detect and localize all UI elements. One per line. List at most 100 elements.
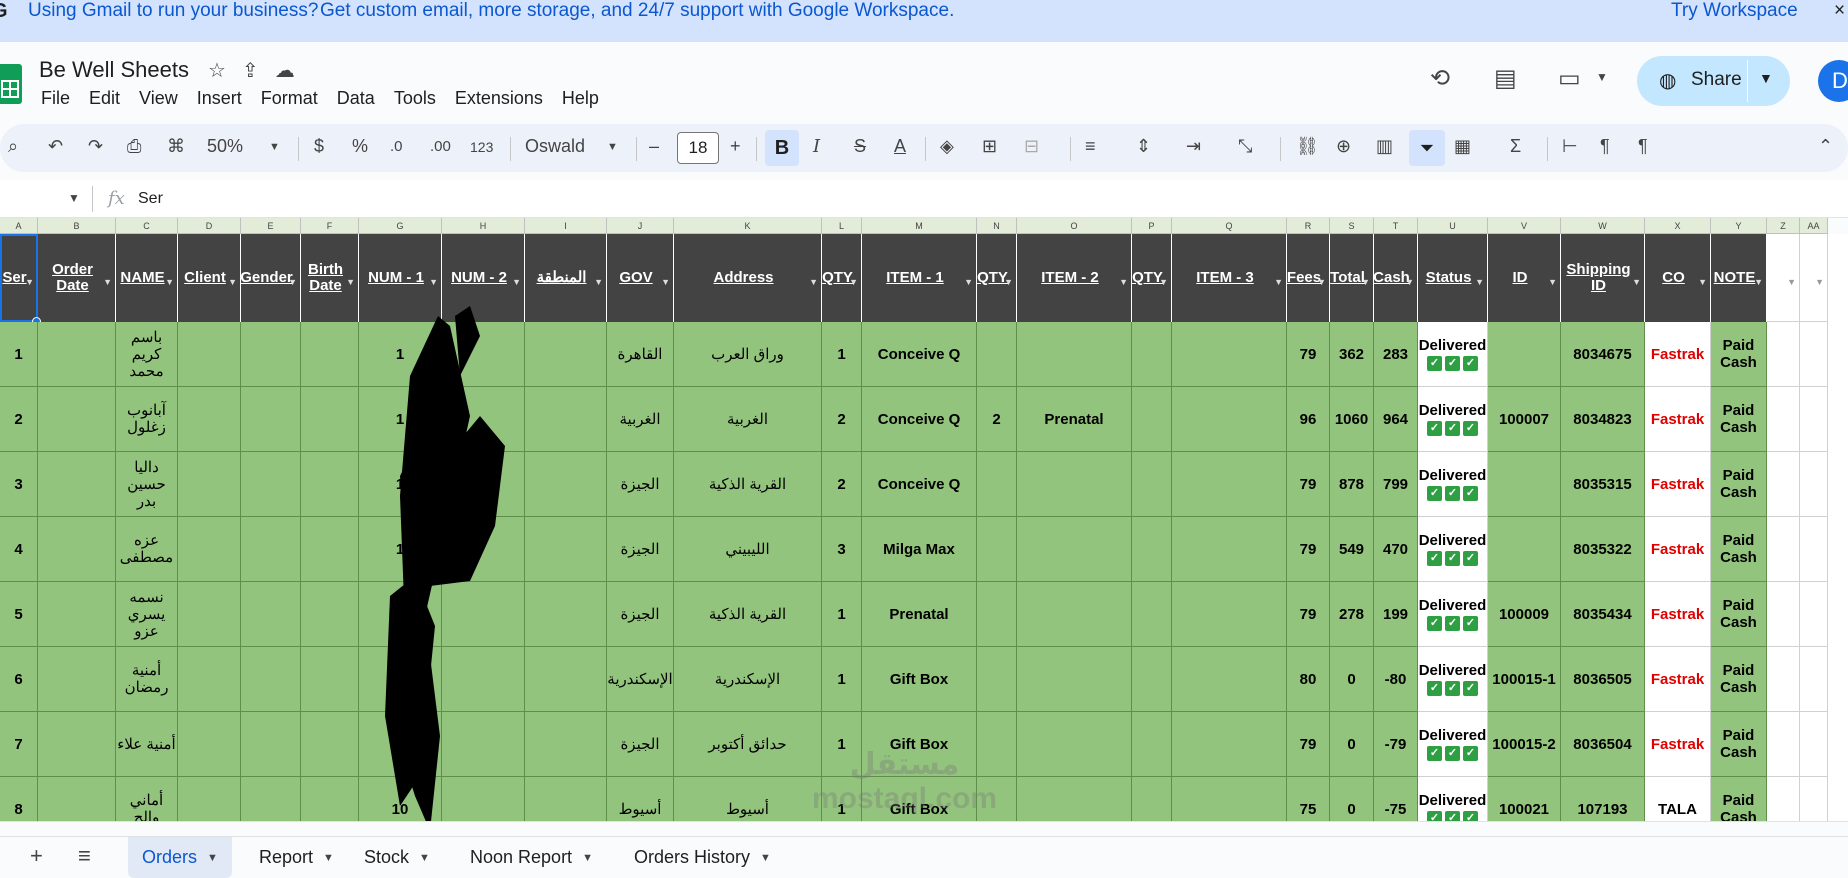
checkbox-checked-icon[interactable]: ✓	[1463, 616, 1478, 631]
table-cell[interactable]: 199	[1374, 582, 1418, 647]
table-cell[interactable]: 1060	[1330, 387, 1374, 452]
column-letter-e[interactable]: E	[241, 218, 301, 234]
checkbox-checked-icon[interactable]: ✓	[1463, 746, 1478, 761]
table-cell[interactable]: 0	[1330, 777, 1374, 821]
filter-dropdown-icon[interactable]: ▼	[1274, 274, 1283, 290]
table-cell[interactable]	[301, 777, 359, 821]
table-cell[interactable]: 3	[822, 517, 862, 582]
font-size-decrease-button[interactable]: –	[649, 136, 659, 157]
table-cell[interactable]: الغربية	[607, 387, 674, 452]
column-letter-h[interactable]: H	[442, 218, 525, 234]
table-cell[interactable]: 8036505	[1561, 647, 1645, 712]
table-cell[interactable]: Delivered ✓ ✓ ✓	[1418, 712, 1488, 777]
table-cell[interactable]: Paid Cash	[1711, 777, 1767, 821]
italic-button[interactable]: I	[813, 136, 820, 157]
column-letter-p[interactable]: P	[1132, 218, 1172, 234]
font-caret-icon[interactable]: ▼	[607, 141, 618, 153]
table-cell[interactable]	[442, 452, 525, 517]
table-cell[interactable]	[1017, 777, 1132, 821]
table-cell[interactable]	[1132, 582, 1172, 647]
table-cell[interactable]: 1	[0, 322, 38, 387]
table-cell[interactable]: -80	[1374, 647, 1418, 712]
fill-color-icon[interactable]: ◈	[940, 136, 954, 157]
header-cell[interactable]: Cash ▼	[1373, 234, 1418, 322]
freeze-icon[interactable]: ⊢	[1562, 136, 1578, 157]
column-letter-aa[interactable]: AA	[1800, 218, 1828, 234]
table-cell[interactable]: 0	[1330, 647, 1374, 712]
table-cell[interactable]	[241, 322, 301, 387]
table-cell[interactable]: Paid Cash	[1711, 582, 1767, 647]
filter-dropdown-icon[interactable]: ▼	[288, 274, 297, 290]
table-cell[interactable]	[1800, 582, 1828, 647]
table-cell[interactable]	[301, 517, 359, 582]
menu-file[interactable]: File	[41, 88, 70, 109]
table-cell[interactable]	[241, 387, 301, 452]
header-cell[interactable]: ▼	[1767, 234, 1800, 322]
history-icon[interactable]: ⟲	[1430, 64, 1450, 93]
filter-dropdown-icon[interactable]: ▼	[661, 274, 670, 290]
horizontal-scrollbar[interactable]	[0, 821, 1848, 836]
table-cell[interactable]: Conceive Q	[862, 322, 977, 387]
table-cell[interactable]: آبانوب زغلول	[116, 387, 178, 452]
column-letter-c[interactable]: C	[116, 218, 178, 234]
table-cell[interactable]	[525, 517, 607, 582]
cloud-status-icon[interactable]: ☁	[275, 58, 295, 83]
insert-chart-icon[interactable]: ▥	[1376, 136, 1393, 157]
ltr-icon[interactable]: ¶	[1600, 136, 1610, 157]
table-cell[interactable]: Paid Cash	[1711, 647, 1767, 712]
table-cell[interactable]: Delivered ✓ ✓ ✓	[1418, 517, 1488, 582]
font-select[interactable]: Oswald	[525, 136, 585, 157]
filter-dropdown-icon[interactable]: ▼	[1004, 274, 1013, 290]
checkbox-checked-icon[interactable]: ✓	[1427, 811, 1442, 821]
table-cell[interactable]: 79	[1287, 452, 1330, 517]
table-cell[interactable]: Paid Cash	[1711, 452, 1767, 517]
currency-button[interactable]: $	[314, 136, 324, 157]
table-cell[interactable]	[442, 712, 525, 777]
filter-dropdown-icon[interactable]: ▼	[1405, 274, 1414, 290]
table-cell[interactable]: Conceive Q	[862, 452, 977, 517]
table-cell[interactable]	[241, 517, 301, 582]
table-cell[interactable]: 283	[1374, 322, 1418, 387]
table-cell[interactable]	[1488, 452, 1561, 517]
bold-button[interactable]: B	[765, 130, 799, 166]
table-cell[interactable]	[1017, 582, 1132, 647]
formula-input[interactable]: Ser	[138, 190, 163, 208]
table-cell[interactable]	[442, 582, 525, 647]
checkbox-checked-icon[interactable]: ✓	[1463, 551, 1478, 566]
table-cell[interactable]: داليا حسين بدر	[116, 452, 178, 517]
table-cell[interactable]: Delivered ✓ ✓ ✓	[1418, 452, 1488, 517]
checkbox-checked-icon[interactable]: ✓	[1427, 551, 1442, 566]
checkbox-checked-icon[interactable]: ✓	[1427, 356, 1442, 371]
table-cell[interactable]: 100009	[1488, 582, 1561, 647]
table-cell[interactable]: أمنية علاء	[116, 712, 178, 777]
header-cell[interactable]: NUM - 1 ▼	[359, 234, 442, 322]
number-format-button[interactable]: 123	[470, 139, 493, 155]
filter-dropdown-icon[interactable]: ▼	[1361, 274, 1370, 290]
sheet-tab-caret-icon[interactable]: ▼	[323, 852, 334, 864]
table-cell[interactable]	[1800, 452, 1828, 517]
checkbox-checked-icon[interactable]: ✓	[1427, 486, 1442, 501]
table-cell[interactable]	[1172, 517, 1287, 582]
header-cell[interactable]: ITEM - 3 ▼	[1172, 234, 1287, 322]
filter-dropdown-icon[interactable]: ▼	[429, 274, 438, 290]
table-cell[interactable]: 80	[1287, 647, 1330, 712]
checkbox-checked-icon[interactable]: ✓	[1463, 421, 1478, 436]
column-letter-l[interactable]: L	[822, 218, 862, 234]
table-cell[interactable]: 0	[1330, 712, 1374, 777]
table-cell[interactable]	[301, 712, 359, 777]
undo-icon[interactable]: ↶	[48, 136, 63, 157]
checkbox-checked-icon[interactable]: ✓	[1445, 811, 1460, 821]
table-cell[interactable]: الغربية	[674, 387, 822, 452]
move-icon[interactable]: ⇪	[242, 58, 259, 83]
table-cell[interactable]: 79	[1287, 712, 1330, 777]
table-cell[interactable]	[178, 712, 241, 777]
table-cell[interactable]	[977, 452, 1017, 517]
table-cell[interactable]: 8035315	[1561, 452, 1645, 517]
table-cell[interactable]	[442, 387, 525, 452]
table-cell[interactable]	[301, 452, 359, 517]
table-cell[interactable]	[178, 387, 241, 452]
filter-dropdown-icon[interactable]: ▼	[1632, 274, 1641, 290]
table-cell[interactable]	[178, 647, 241, 712]
table-cell[interactable]: Delivered ✓ ✓ ✓	[1418, 322, 1488, 387]
table-cell[interactable]	[1132, 452, 1172, 517]
